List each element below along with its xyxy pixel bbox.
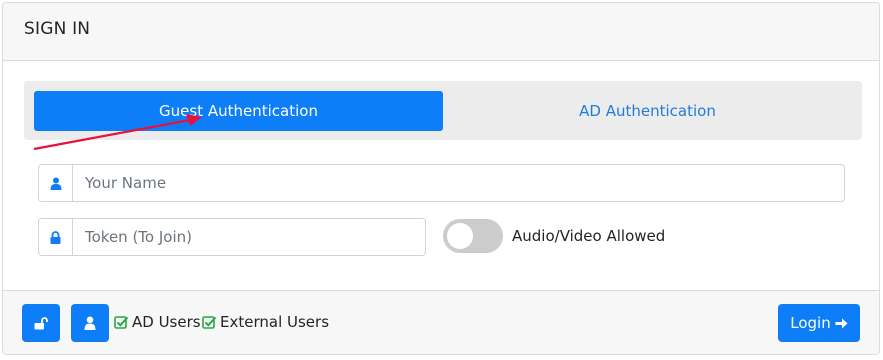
token-input-group — [38, 218, 426, 256]
lock-icon — [50, 230, 61, 244]
token-input[interactable] — [73, 218, 426, 256]
ad-users-label: AD Users — [132, 313, 201, 331]
annotation-arrow — [33, 114, 202, 151]
audio-video-toggle[interactable] — [443, 219, 503, 253]
user-icon — [50, 177, 61, 190]
external-users-checkbox[interactable]: External Users — [202, 313, 329, 331]
checkbox-checked-icon — [114, 315, 129, 329]
audio-video-label: Audio/Video Allowed — [512, 227, 666, 245]
page-title: SIGN IN — [24, 18, 91, 39]
user-icon — [84, 316, 96, 330]
toggle-knob — [447, 223, 473, 249]
ad-users-checkbox[interactable]: AD Users — [114, 313, 201, 331]
card-header: SIGN IN — [3, 3, 879, 61]
unlock-icon — [34, 316, 48, 329]
external-users-label: External Users — [220, 313, 330, 331]
tab-ad-authentication[interactable]: AD Authentication — [443, 91, 852, 131]
card-footer: AD Users External Users Login — [3, 290, 879, 354]
lock-icon-addon — [38, 218, 73, 256]
login-button[interactable]: Login — [778, 304, 860, 342]
unlock-button[interactable] — [22, 304, 60, 342]
login-label: Login — [790, 314, 831, 332]
name-input[interactable] — [73, 164, 845, 202]
checkbox-checked-icon — [202, 315, 217, 329]
sign-in-card: SIGN IN Guest Authentication AD Authenti… — [2, 2, 880, 355]
arrow-right-icon — [835, 318, 848, 328]
user-button[interactable] — [71, 304, 109, 342]
name-input-group — [38, 164, 845, 202]
user-icon-addon — [38, 164, 73, 202]
